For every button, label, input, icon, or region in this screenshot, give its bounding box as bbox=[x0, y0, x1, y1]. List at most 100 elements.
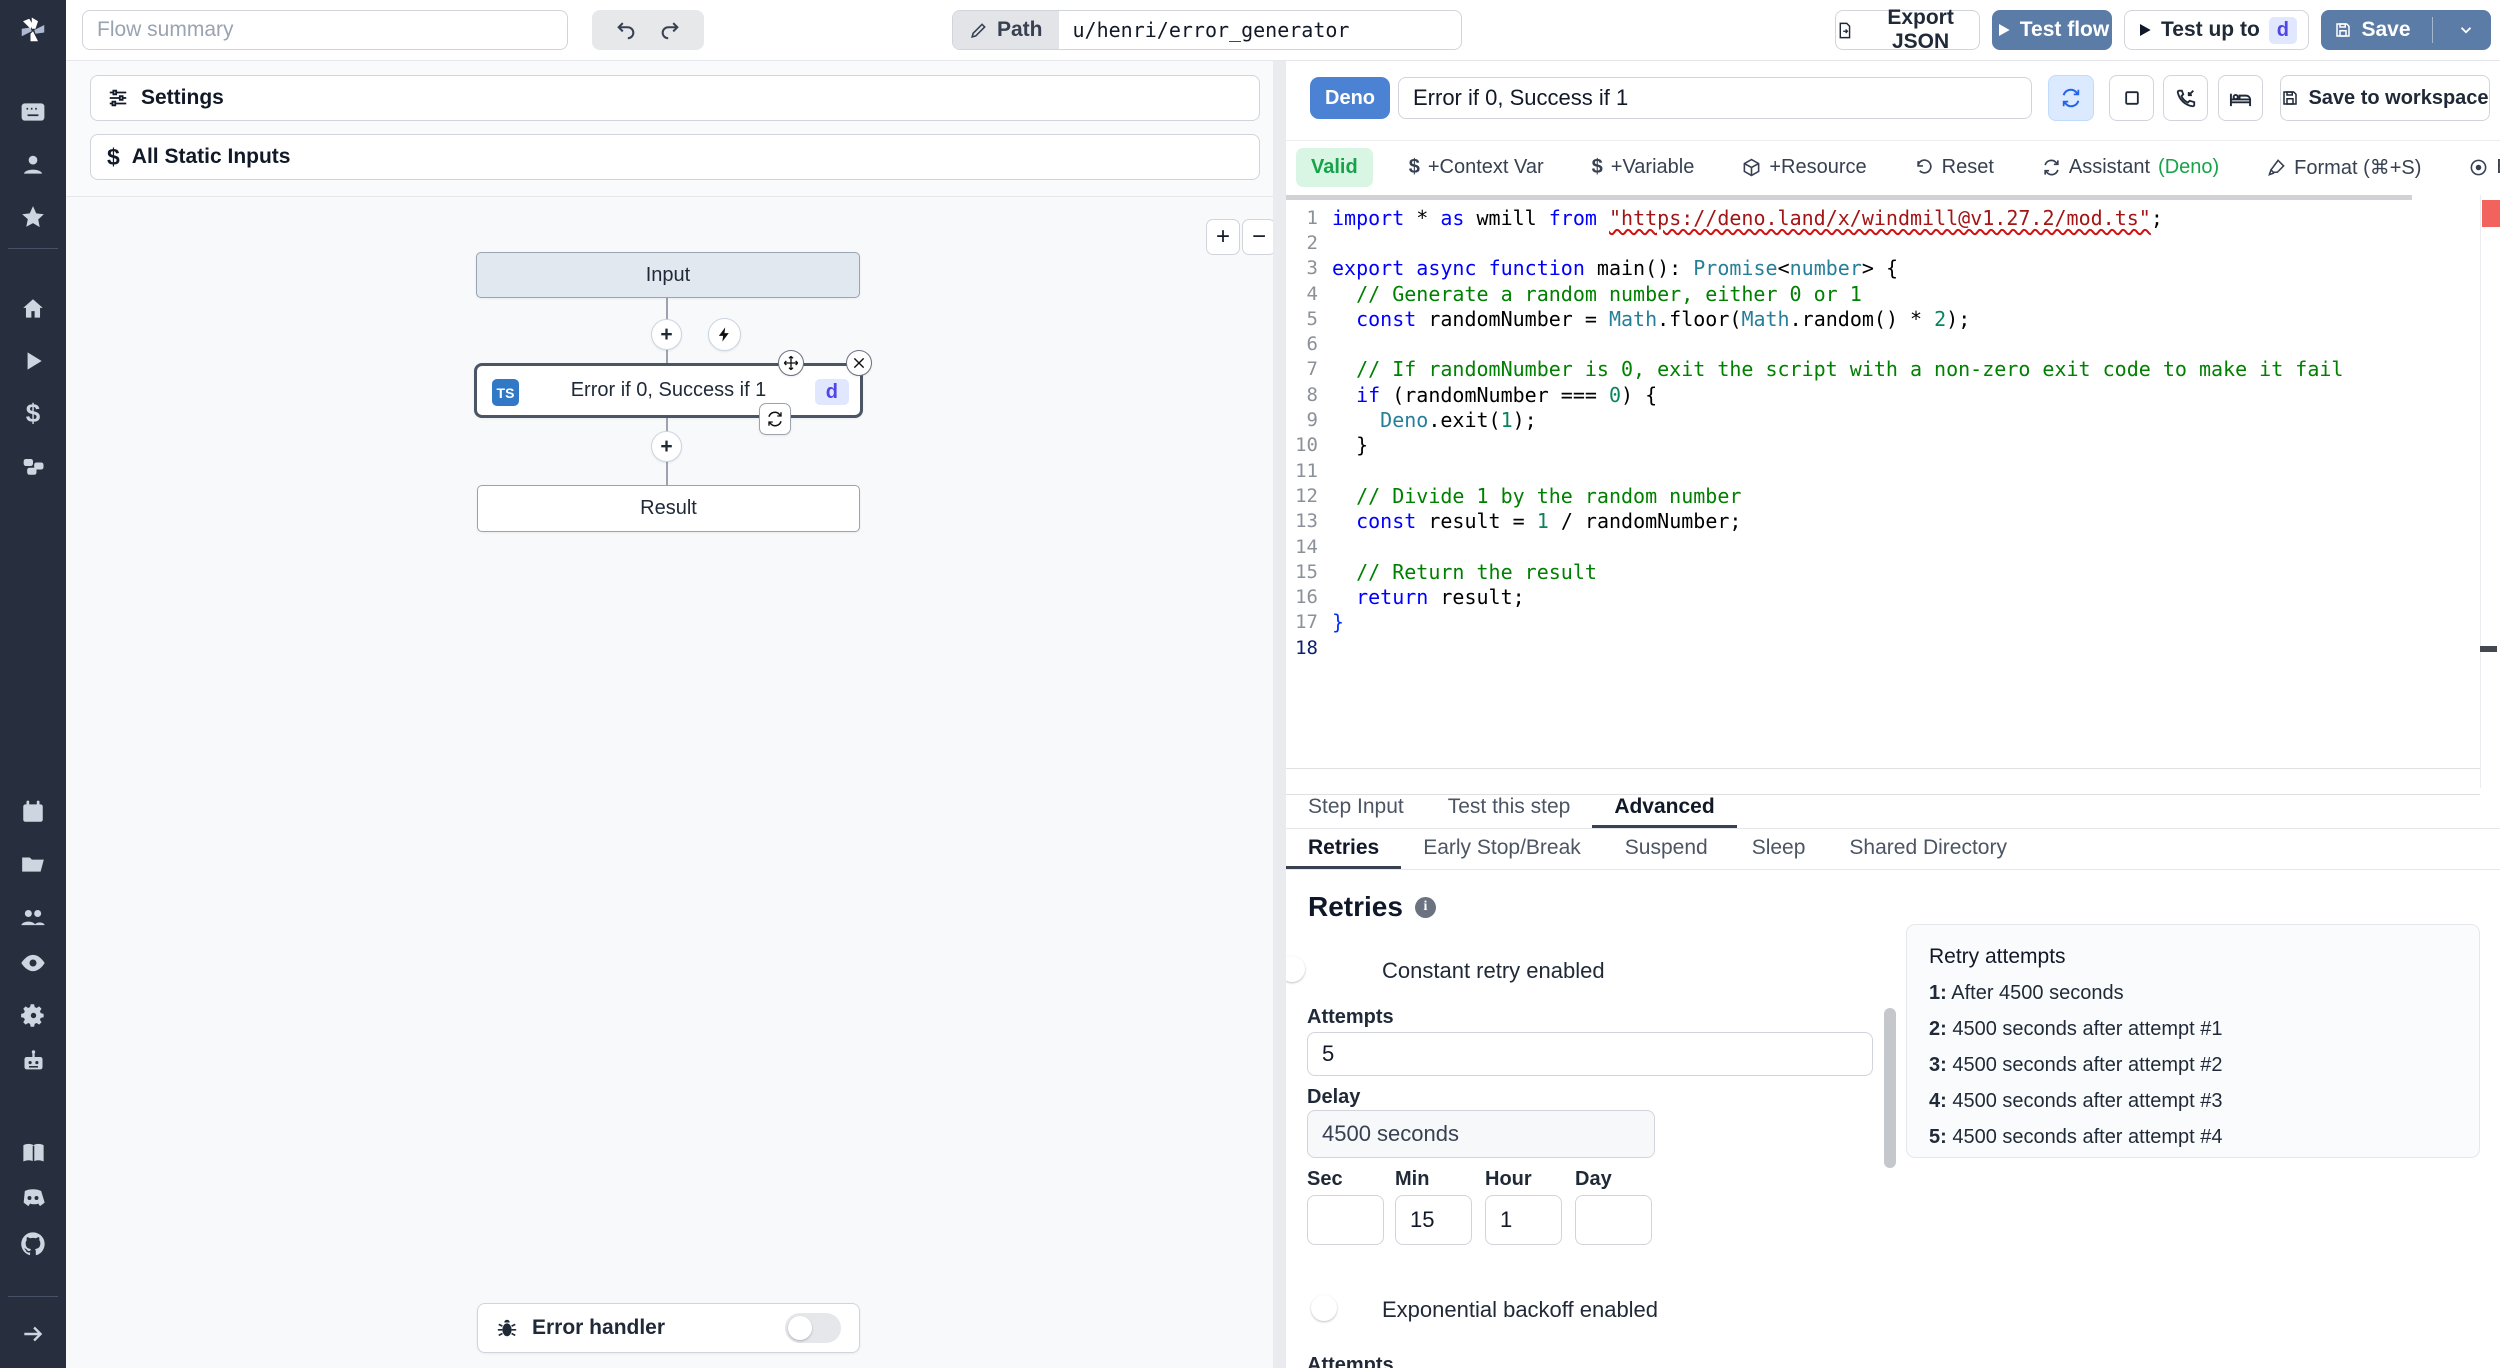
tab-step-input[interactable]: Step Input bbox=[1286, 788, 1426, 828]
code-line[interactable]: 7 // If randomNumber is 0, exit the scri… bbox=[1286, 357, 2344, 382]
rail-item-settings[interactable] bbox=[0, 993, 66, 1037]
code-line[interactable]: 15 // Return the result bbox=[1286, 559, 2343, 584]
code-line[interactable]: 12 // Divide 1 by the random number bbox=[1286, 483, 2343, 508]
rail-item-expand-sidebar[interactable] bbox=[0, 1312, 66, 1356]
early-stop-button[interactable] bbox=[2109, 75, 2154, 121]
code-line[interactable]: 17} bbox=[1286, 610, 2343, 635]
redo-button[interactable] bbox=[659, 19, 681, 41]
rail-item-favorites[interactable] bbox=[0, 195, 66, 239]
tab-retries[interactable]: Retries bbox=[1286, 829, 1402, 869]
path-chip[interactable]: Path bbox=[953, 11, 1059, 49]
move-step-button[interactable] bbox=[778, 350, 804, 376]
hour-input[interactable] bbox=[1485, 1195, 1562, 1245]
path-value[interactable]: u/henri/error_generator bbox=[1059, 11, 1461, 49]
attempts-input[interactable] bbox=[1307, 1032, 1873, 1076]
explore-scripts-button[interactable]: Explore other s bbox=[2445, 156, 2500, 179]
rail-item-home[interactable] bbox=[0, 287, 66, 331]
error-handler-toggle[interactable] bbox=[785, 1313, 841, 1343]
sec-input[interactable] bbox=[1307, 1195, 1384, 1245]
step-retry-indicator-button[interactable] bbox=[759, 403, 791, 435]
export-json-button[interactable]: Export JSON bbox=[1835, 6, 1980, 53]
code-line[interactable]: 16 return result; bbox=[1286, 584, 2343, 609]
flow-node-step[interactable]: TS Error if 0, Success if 1 d bbox=[474, 363, 863, 418]
delete-step-button[interactable] bbox=[846, 350, 872, 376]
language-badge: Deno bbox=[1310, 77, 1390, 119]
save-button[interactable]: Save bbox=[2322, 11, 2423, 49]
editor-overview-ruler[interactable] bbox=[2480, 195, 2500, 788]
min-input[interactable] bbox=[1395, 1195, 1472, 1245]
code-line[interactable]: 10 } bbox=[1286, 433, 2343, 458]
code-line[interactable]: 18 bbox=[1286, 635, 2343, 660]
delay-input[interactable] bbox=[1307, 1110, 1655, 1158]
code-line[interactable]: 8 if (randomNumber === 0) { bbox=[1286, 382, 2343, 407]
rail-item-workers[interactable] bbox=[0, 1039, 66, 1083]
rail-item-groups[interactable] bbox=[0, 895, 66, 939]
add-context-var-button[interactable]: $ +Context Var bbox=[1385, 156, 1568, 179]
code-line[interactable]: 11 bbox=[1286, 458, 2343, 483]
windmill-logo[interactable] bbox=[0, 8, 66, 52]
canvas-zoom-in-button[interactable]: + bbox=[1206, 219, 1240, 255]
step-name-input[interactable] bbox=[1398, 77, 2032, 119]
code-line[interactable]: 1 import * as wmill from "https://deno.la… bbox=[1286, 205, 2343, 230]
rail-item-folders[interactable] bbox=[0, 842, 66, 886]
rail-item-discord[interactable] bbox=[0, 1176, 66, 1220]
rail-item-github[interactable] bbox=[0, 1222, 66, 1266]
code-line[interactable]: 6 bbox=[1286, 331, 2343, 356]
retry-loop-icon bbox=[2062, 88, 2080, 108]
flow-node-result[interactable]: Result bbox=[477, 485, 860, 532]
add-resource-button[interactable]: +Resource bbox=[1718, 156, 1890, 179]
tab-early-stop[interactable]: Early Stop/Break bbox=[1401, 829, 1603, 869]
save-to-workspace-button[interactable]: Save to workspace bbox=[2280, 75, 2490, 121]
code-editor[interactable]: 1 import * as wmill from "https://deno.la… bbox=[1286, 195, 2500, 795]
flow-summary-input[interactable] bbox=[82, 10, 568, 50]
reset-button[interactable]: Reset bbox=[1891, 156, 2018, 179]
panel-splitter[interactable] bbox=[1273, 61, 1286, 1368]
tab-shared-directory[interactable]: Shared Directory bbox=[1827, 829, 2029, 869]
undo-button[interactable] bbox=[615, 19, 637, 41]
all-static-inputs-button[interactable]: $ All Static Inputs bbox=[90, 134, 1260, 180]
canvas-zoom-out-button[interactable]: − bbox=[1242, 219, 1276, 255]
flow-canvas[interactable]: + − Input + TS Error if 0, Success if 1 … bbox=[66, 196, 1276, 1368]
tab-sleep[interactable]: Sleep bbox=[1730, 829, 1828, 869]
suspend-button[interactable] bbox=[2163, 75, 2208, 121]
day-input[interactable] bbox=[1575, 1195, 1652, 1245]
clipped-attempts-label: Attempts bbox=[1307, 1354, 1394, 1368]
format-button[interactable]: Format (⌘+S) bbox=[2243, 155, 2445, 180]
retries-indicator-button[interactable] bbox=[2048, 75, 2094, 121]
assistant-button[interactable]: Assistant (Deno) bbox=[2018, 156, 2243, 179]
flow-settings-button[interactable]: Settings bbox=[90, 75, 1260, 121]
test-up-to-button[interactable]: Test up to d bbox=[2124, 10, 2309, 50]
pencil-icon bbox=[971, 22, 986, 38]
toggle-knob bbox=[1286, 956, 1305, 982]
sleep-button[interactable] bbox=[2218, 75, 2263, 121]
code-line[interactable]: 13 const result = 1 / randomNumber; bbox=[1286, 509, 2343, 534]
test-flow-button[interactable]: Test flow bbox=[1992, 10, 2112, 50]
flow-node-input[interactable]: Input bbox=[476, 252, 860, 298]
code-line[interactable]: 2 bbox=[1286, 230, 2343, 255]
code-line[interactable]: 4 // Generate a random number, either 0 … bbox=[1286, 281, 2343, 306]
insert-step-below-button[interactable]: + bbox=[651, 431, 682, 462]
rail-item-apps[interactable] bbox=[0, 90, 66, 134]
rail-item-user[interactable] bbox=[0, 143, 66, 187]
rail-item-resources[interactable] bbox=[0, 444, 66, 488]
code-line[interactable]: 14 bbox=[1286, 534, 2343, 559]
error-handler-node[interactable]: Error handler bbox=[477, 1303, 860, 1353]
rail-item-variables[interactable]: $ bbox=[0, 391, 66, 435]
rail-item-audit-logs[interactable] bbox=[0, 941, 66, 985]
code-line[interactable]: 9 Deno.exit(1); bbox=[1286, 407, 2343, 432]
insert-step-above-button[interactable]: + bbox=[651, 319, 682, 350]
tab-suspend[interactable]: Suspend bbox=[1603, 829, 1730, 869]
save-dropdown-button[interactable] bbox=[2442, 11, 2490, 49]
rail-item-docs[interactable] bbox=[0, 1130, 66, 1174]
form-scrollbar[interactable] bbox=[1884, 1008, 1896, 1168]
tab-test-this-step[interactable]: Test this step bbox=[1426, 788, 1593, 828]
add-variable-button[interactable]: $ +Variable bbox=[1568, 156, 1719, 179]
editor-splitter-handle[interactable] bbox=[1286, 195, 2412, 200]
code-line[interactable]: 5 const randomNumber = Math.floor(Math.r… bbox=[1286, 306, 2343, 331]
rail-item-schedules[interactable] bbox=[0, 790, 66, 834]
code-line[interactable]: 3 export async function main(): Promise<n… bbox=[1286, 256, 2343, 281]
rail-item-runs[interactable] bbox=[0, 339, 66, 383]
tab-advanced[interactable]: Advanced bbox=[1592, 788, 1737, 828]
info-icon[interactable]: i bbox=[1414, 896, 1436, 918]
trigger-button[interactable] bbox=[708, 318, 741, 351]
